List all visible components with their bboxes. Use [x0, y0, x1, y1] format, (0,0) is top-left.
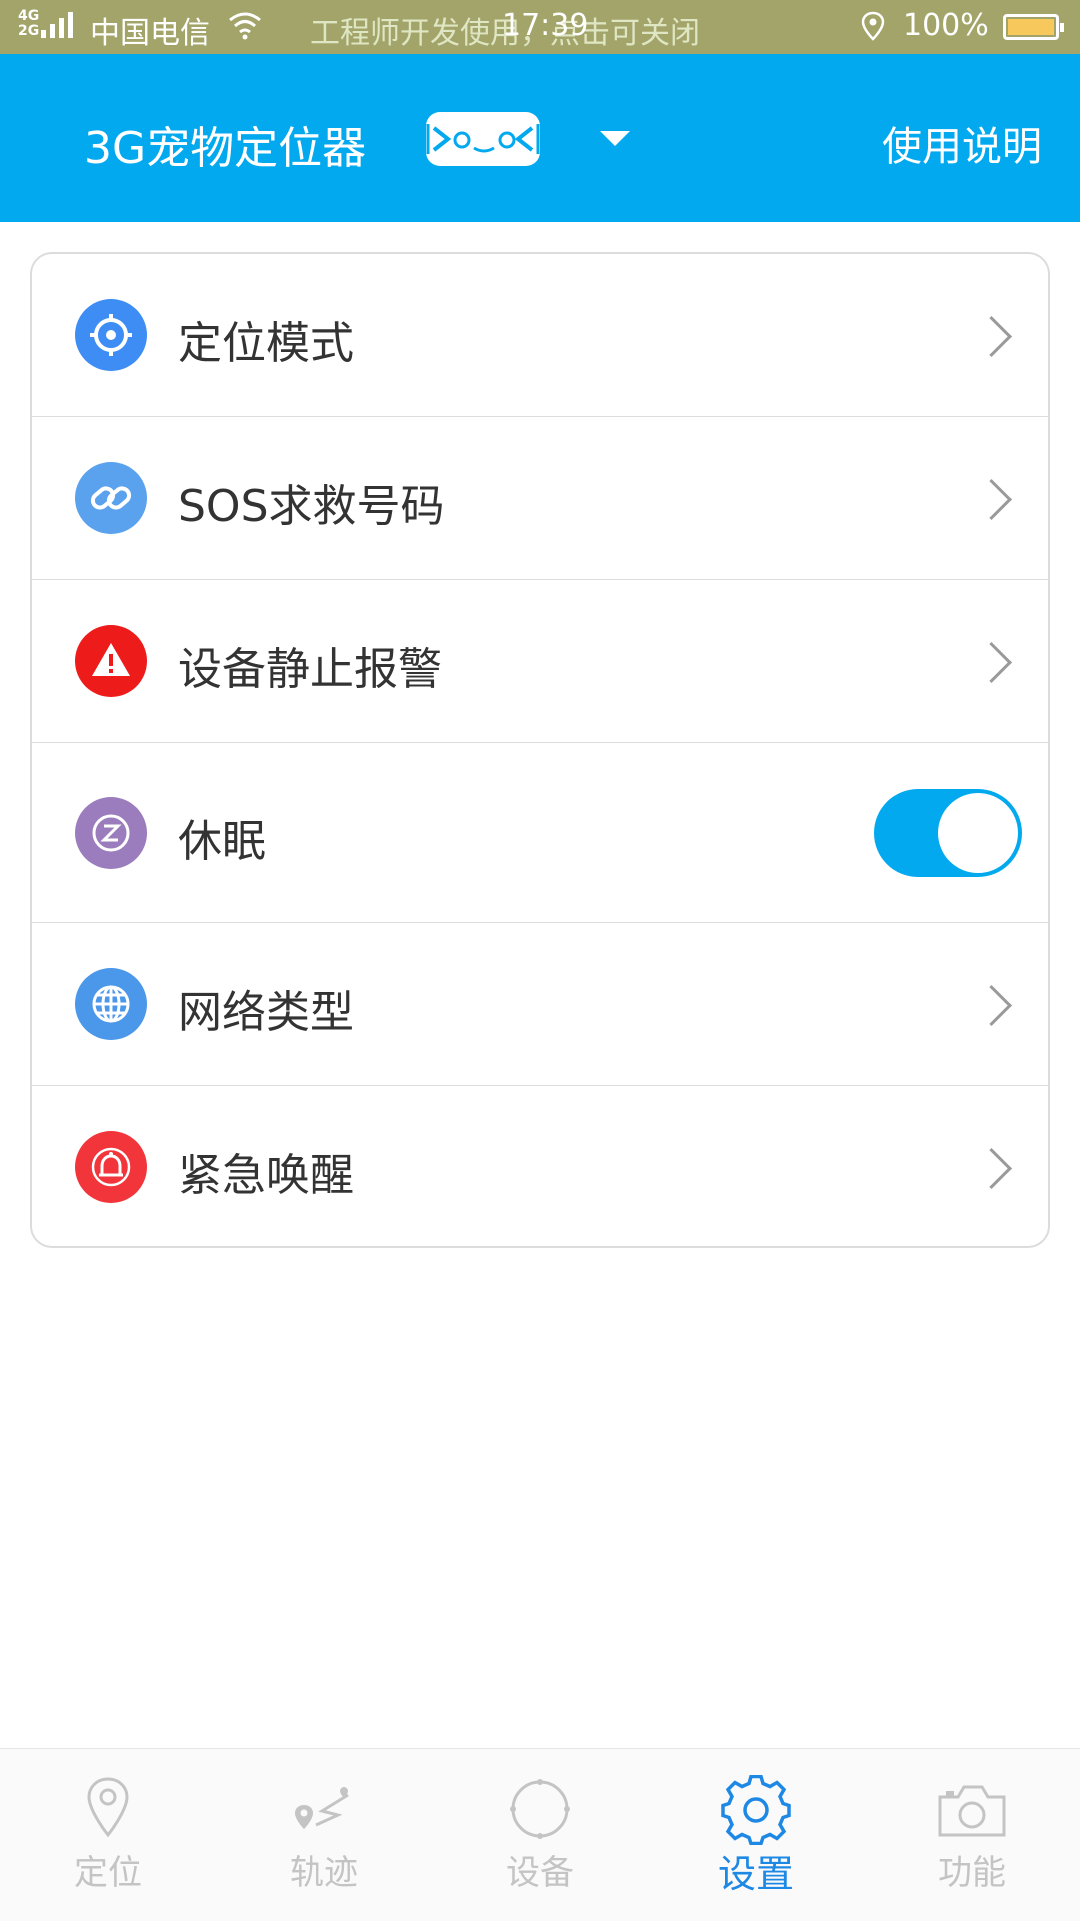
tab-label: 设置 [717, 1852, 794, 1896]
settings-item-label: 休眠 [178, 816, 266, 867]
settings-item-emergency-wake[interactable]: 紧急唤醒 [32, 1086, 1048, 1246]
tab-label: 设备 [506, 1853, 574, 1893]
settings-item-label: SOS求救号码 [178, 481, 445, 532]
camera-icon [936, 1775, 1008, 1845]
device-dropdown-icon[interactable] [600, 131, 630, 146]
carrier-name: 中国电信 [90, 16, 210, 51]
tab-label: 定位 [74, 1853, 142, 1893]
battery-icon [1003, 14, 1064, 40]
tab-label: 功能 [938, 1853, 1006, 1893]
help-button[interactable]: 使用说明 [882, 114, 1042, 172]
wifi-icon [228, 10, 262, 48]
link-icon [75, 462, 147, 534]
bell-icon [75, 1131, 147, 1203]
pet-face-logo-icon [422, 110, 544, 168]
location-pin-icon [72, 1775, 144, 1845]
chevron-right-icon [970, 315, 1013, 358]
signal-indicator: 4G 2G [18, 9, 83, 39]
toggle-knob [938, 793, 1018, 873]
sleep-toggle[interactable] [874, 789, 1022, 877]
settings-item-stationary-alarm[interactable]: 设备静止报警 [32, 580, 1048, 743]
bottom-navigation: 定位 轨迹 设备 设置 功能 [0, 1748, 1080, 1921]
settings-item-label: 网络类型 [178, 987, 354, 1038]
status-bar: 4G 2G 中国电信 工程师开发使用，点击可关闭 17:39 100% [0, 0, 1080, 54]
globe-icon [75, 968, 147, 1040]
sleep-icon [75, 797, 147, 869]
battery-percentage: 100% [903, 8, 989, 43]
location-status-icon [860, 11, 886, 49]
settings-item-sos-number[interactable]: SOS求救号码 [32, 417, 1048, 580]
tab-label: 轨迹 [290, 1853, 358, 1893]
signal-bars-icon [41, 10, 74, 38]
chevron-right-icon [970, 641, 1013, 684]
tab-functions[interactable]: 功能 [864, 1749, 1080, 1921]
settings-item-label: 设备静止报警 [178, 644, 442, 695]
network-type: 4G 2G [18, 8, 40, 39]
settings-item-label: 紧急唤醒 [178, 1150, 354, 1201]
crosshair-icon [75, 299, 147, 371]
clock: 17:39 [502, 8, 589, 43]
chevron-right-icon [970, 478, 1013, 521]
tab-device[interactable]: 设备 [432, 1749, 648, 1921]
chevron-right-icon [970, 1147, 1013, 1190]
settings-item-sleep: 休眠 [32, 743, 1048, 923]
track-icon [288, 1775, 360, 1845]
warning-icon [75, 625, 147, 697]
device-title[interactable]: 3G宠物定位器 [84, 112, 366, 176]
app-header: 3G宠物定位器 使用说明 [0, 54, 1080, 222]
chevron-right-icon [970, 984, 1013, 1027]
device-icon [504, 1775, 576, 1845]
tab-settings[interactable]: 设置 [648, 1749, 864, 1921]
settings-list: 定位模式 SOS求救号码 设备静止报警 休眠 网络类型 紧急唤醒 [30, 252, 1050, 1248]
tab-track[interactable]: 轨迹 [216, 1749, 432, 1921]
settings-item-location-mode[interactable]: 定位模式 [32, 254, 1048, 417]
tab-location[interactable]: 定位 [0, 1749, 216, 1921]
settings-item-network-type[interactable]: 网络类型 [32, 923, 1048, 1086]
settings-item-label: 定位模式 [178, 318, 354, 369]
settings-gear-icon [720, 1774, 792, 1846]
